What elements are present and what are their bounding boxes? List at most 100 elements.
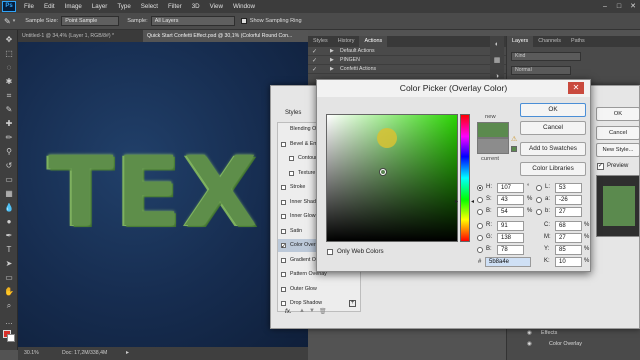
menu-image[interactable]: Image <box>60 3 87 10</box>
color-picker-ok-button[interactable]: OK <box>520 103 586 117</box>
style-item-checkbox[interactable] <box>289 170 294 176</box>
background-color-swatch[interactable] <box>7 334 15 342</box>
lab-a-input[interactable]: -26 <box>555 195 582 205</box>
hue-input[interactable]: 107 <box>497 183 524 193</box>
eye-icon[interactable]: ◉ <box>527 328 532 338</box>
pen-tool-icon[interactable]: ✒ <box>3 230 15 241</box>
sample-size-select[interactable]: Point Sample <box>61 16 120 26</box>
fx-menu-button[interactable]: fx. <box>285 308 292 315</box>
doc-tab-untitled[interactable]: Untitled-1 @ 34,4% (Layer 1, RGB/8#) * <box>18 30 143 42</box>
tab-channels[interactable]: Channels <box>533 36 566 47</box>
path-selection-icon[interactable]: ➤ <box>3 258 15 269</box>
clone-stamp-icon[interactable]: ⚲ <box>3 146 15 157</box>
style-item-checkbox[interactable] <box>281 185 286 190</box>
blur-tool-icon[interactable]: 💧 <box>3 202 15 213</box>
close-window-icon[interactable]: ✕ <box>626 0 640 13</box>
style-item-outer-glow[interactable]: Outer Glow <box>278 283 360 296</box>
more-tools-icon[interactable]: … <box>3 316 15 327</box>
menu-filter[interactable]: Filter <box>163 3 187 10</box>
saturation-brightness-field[interactable] <box>326 114 458 242</box>
color-field-cursor[interactable] <box>380 169 386 175</box>
style-item-checkbox[interactable] <box>281 199 286 205</box>
only-web-colors-checkbox[interactable] <box>327 249 333 255</box>
style-item-checkbox[interactable] <box>281 301 286 306</box>
preview-checkbox[interactable]: ✓ <box>597 163 604 170</box>
green-radio[interactable] <box>477 235 483 241</box>
type-tool-icon[interactable]: T <box>3 244 15 255</box>
tab-layers[interactable]: Layers <box>507 36 534 47</box>
dodge-tool-icon[interactable]: ● <box>3 216 15 227</box>
sample-select[interactable]: All Layers <box>150 16 235 26</box>
marquee-tool-icon[interactable]: ⬚ <box>3 48 15 59</box>
cyan-input[interactable]: 68 <box>555 221 582 231</box>
action-set-row[interactable]: ✓ ▶ Default Actions <box>308 47 508 56</box>
document-canvas[interactable]: TEX <box>18 42 308 347</box>
blue-radio[interactable] <box>477 247 483 253</box>
current-color-swatch[interactable] <box>477 138 509 154</box>
magic-wand-icon[interactable]: ✱ <box>3 76 15 87</box>
blend-mode-select[interactable]: Normal <box>511 66 571 75</box>
layer-kind-filter[interactable]: Kind <box>511 52 581 61</box>
hue-slider[interactable] <box>460 114 470 242</box>
saturation-input[interactable]: 43 <box>497 195 524 205</box>
healing-brush-icon[interactable]: ✚ <box>3 118 15 129</box>
color-libraries-button[interactable]: Color Libraries <box>520 162 586 176</box>
swatches-panel-icon[interactable]: ▦ <box>492 56 502 66</box>
style-item-checkbox[interactable] <box>289 156 294 161</box>
magenta-input[interactable]: 27 <box>555 233 582 243</box>
tab-paths[interactable]: Paths <box>566 36 590 47</box>
style-item-checkbox[interactable] <box>281 241 286 252</box>
lab-b-input[interactable]: 27 <box>555 207 582 217</box>
zoom-level[interactable]: 30.1% <box>24 347 39 360</box>
lab-a-radio[interactable] <box>536 197 542 203</box>
menu-edit[interactable]: Edit <box>39 3 60 10</box>
maximize-icon[interactable]: □ <box>612 0 626 13</box>
menu-select[interactable]: Select <box>136 3 163 10</box>
menu-file[interactable]: File <box>19 3 39 10</box>
lab-l-input[interactable]: 53 <box>555 183 582 193</box>
eyedropper-tool-icon[interactable]: ✎ <box>4 17 11 26</box>
doc-tab-confetti[interactable]: Quick Start Confetti Effect.psd @ 30,1% … <box>143 30 308 42</box>
minimize-icon[interactable]: – <box>598 0 612 13</box>
style-item-checkbox[interactable] <box>281 272 286 277</box>
red-radio[interactable] <box>477 223 483 229</box>
hue-radio[interactable] <box>477 185 483 191</box>
hue-slider-left-arrow-icon[interactable]: ▸ <box>455 198 458 205</box>
zoom-tool-icon[interactable]: ⌕ <box>3 300 15 311</box>
menu-type[interactable]: Type <box>112 3 135 10</box>
new-style-button[interactable]: New Style... <box>596 143 640 157</box>
lab-b-radio[interactable] <box>536 209 542 215</box>
tab-styles[interactable]: Styles <box>308 36 333 47</box>
menu-3d[interactable]: 3D <box>187 3 205 10</box>
shape-tool-icon[interactable]: ▭ <box>3 272 15 283</box>
action-set-row[interactable]: ✓ ▶ PINGEN <box>308 56 508 65</box>
menu-layer[interactable]: Layer <box>87 3 112 10</box>
style-item-checkbox[interactable] <box>281 228 286 234</box>
layer-color-overlay-row[interactable]: ◉ Color Overlay <box>507 339 640 349</box>
move-up-icon[interactable]: ▲ <box>299 308 305 314</box>
tab-history[interactable]: History <box>333 36 360 47</box>
brightness-input[interactable]: 54 <box>497 207 524 217</box>
web-safe-cube-icon[interactable] <box>511 146 517 152</box>
style-item-checkbox[interactable] <box>281 214 286 219</box>
status-menu-icon[interactable]: ▸ <box>126 347 129 360</box>
out-of-gamut-warning-icon[interactable]: ⚠ <box>511 135 517 143</box>
style-item-checkbox[interactable] <box>281 257 286 263</box>
expand-triangle-icon[interactable]: ▶ <box>330 56 334 65</box>
red-input[interactable]: 91 <box>497 221 524 231</box>
eyedropper-icon[interactable]: ✎ <box>3 104 15 115</box>
eye-icon[interactable]: ◉ <box>527 339 532 349</box>
layer-effects-row[interactable]: ◉ Effects <box>507 328 640 338</box>
green-input[interactable]: 138 <box>497 233 524 243</box>
close-dialog-icon[interactable]: ✕ <box>568 82 584 94</box>
lab-l-radio[interactable] <box>536 185 542 191</box>
yellow-input[interactable]: 85 <box>555 245 582 255</box>
action-toggle-icon[interactable]: ✓ <box>312 66 317 75</box>
delete-effect-icon[interactable]: 🗑 <box>319 308 327 315</box>
menu-view[interactable]: View <box>205 3 228 10</box>
add-to-swatches-button[interactable]: Add to Swatches <box>520 142 586 156</box>
lasso-tool-icon[interactable]: ◌ <box>3 62 15 73</box>
gradient-tool-icon[interactable]: ▦ <box>3 188 15 199</box>
expand-triangle-icon[interactable]: ▶ <box>330 65 334 74</box>
layer-style-ok-button[interactable]: OK <box>596 107 640 121</box>
